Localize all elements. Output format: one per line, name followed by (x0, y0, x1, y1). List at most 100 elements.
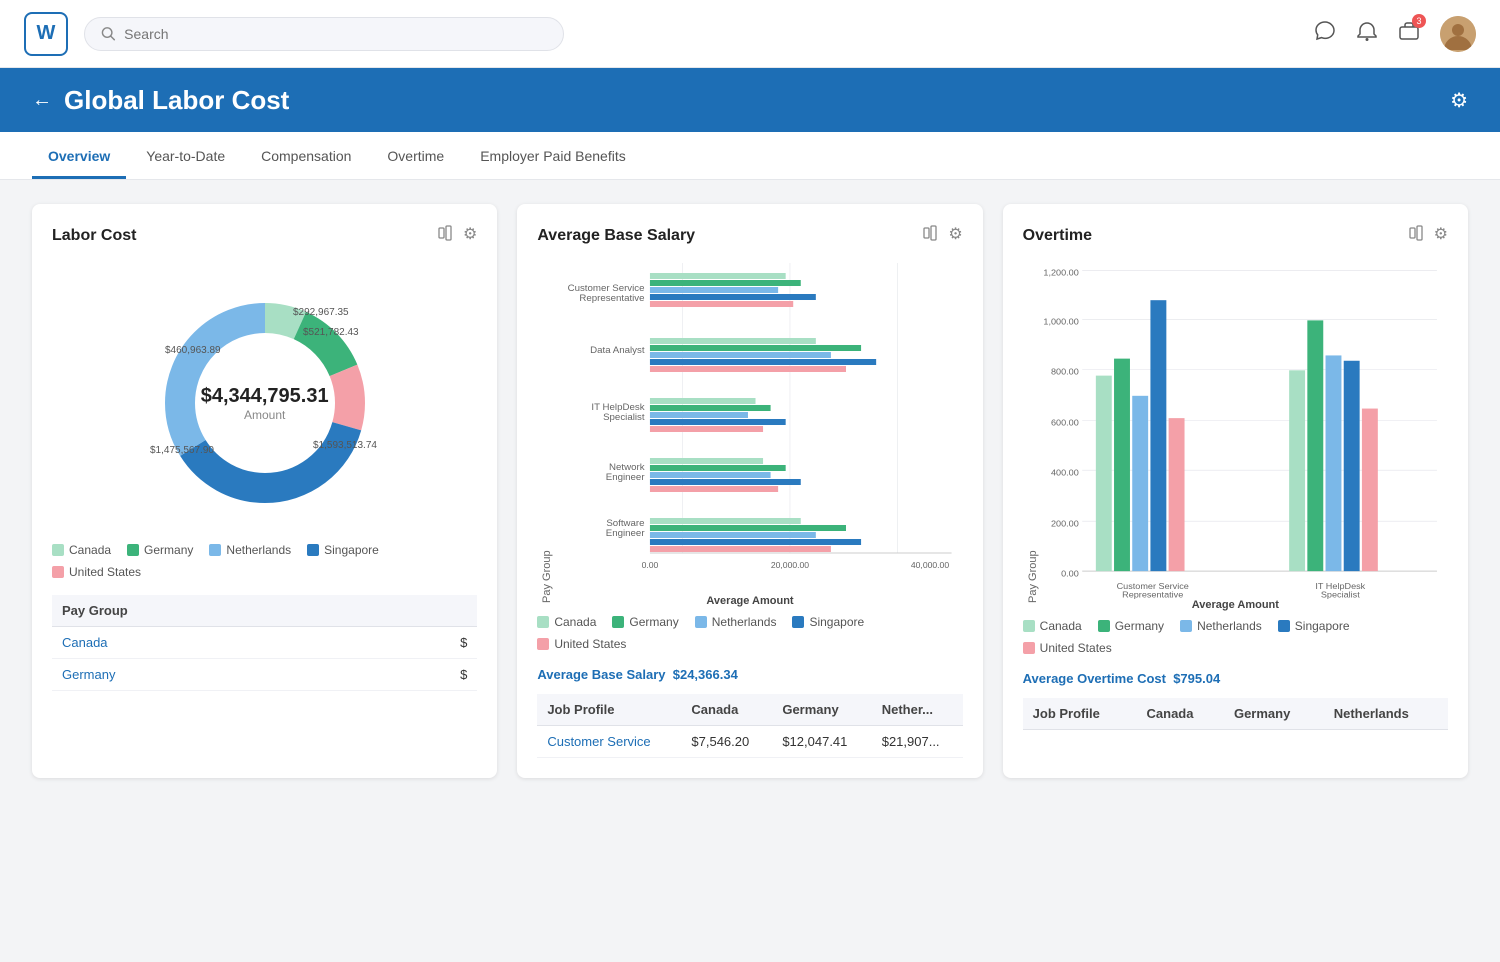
netherlands-dot (695, 616, 707, 628)
svg-text:IT HelpDesk: IT HelpDesk (592, 402, 645, 412)
salary-legend-singapore: Singapore (792, 615, 864, 629)
overtime-table: Job Profile Canada Germany Netherlands (1023, 698, 1448, 730)
salary-row-canada: $7,546.20 (681, 726, 772, 758)
avatar[interactable] (1440, 16, 1476, 52)
tab-overtime[interactable]: Overtime (371, 136, 460, 179)
labor-cost-table: Pay Group Canada $ Germany $ (52, 595, 477, 691)
netherlands-color (209, 544, 221, 556)
table-row: Germany $ (52, 659, 477, 691)
overtime-header: Overtime ⚙ (1023, 224, 1448, 247)
settings-icon[interactable]: ⚙ (1450, 88, 1468, 113)
tabs-bar: Overview Year-to-Date Compensation Overt… (0, 132, 1500, 180)
labor-cost-actions: ⚙ (437, 224, 477, 247)
labor-cost-header: Labor Cost ⚙ (52, 224, 477, 247)
ot-legend-germany: Germany (1098, 619, 1164, 633)
singapore-lbl: Singapore (809, 615, 864, 629)
us-dot (537, 638, 549, 650)
netherlands-label: Netherlands (226, 543, 291, 557)
svg-text:$1,475,567.90: $1,475,567.90 (150, 445, 214, 456)
top-nav: W 3 (0, 0, 1500, 68)
ot-singapore-dot (1278, 620, 1290, 632)
gear-icon-salary[interactable]: ⚙ (948, 224, 962, 247)
salary-row-job[interactable]: Customer Service (537, 726, 681, 758)
ot-stat-label: Average Overtime Cost (1023, 671, 1166, 686)
filter-icon-overtime[interactable] (1408, 224, 1426, 247)
svg-text:20,000.00: 20,000.00 (771, 560, 810, 570)
logo-letter: W (37, 22, 56, 45)
ot-netherlands-dot (1180, 620, 1192, 632)
nav-icons: 3 (1314, 16, 1476, 52)
y-axis-label-salary: Pay Group (537, 263, 553, 603)
salary-stat-value: $24,366.34 (673, 667, 738, 682)
page-title: Global Labor Cost (64, 85, 289, 116)
svg-text:Data Analyst: Data Analyst (591, 345, 646, 355)
salary-legend-netherlands: Netherlands (695, 615, 777, 629)
ot-th-job: Job Profile (1023, 698, 1137, 730)
table-row: Canada $ (52, 627, 477, 659)
chat-icon-btn[interactable] (1314, 20, 1336, 47)
svg-text:$460,963.89: $460,963.89 (165, 345, 221, 356)
salary-row-germany: $12,047.41 (772, 726, 871, 758)
briefcase-icon-btn[interactable]: 3 (1398, 20, 1420, 47)
netherlands-lbl: Netherlands (712, 615, 777, 629)
gear-icon-overtime[interactable]: ⚙ (1434, 224, 1448, 247)
tab-employer-paid-benefits[interactable]: Employer Paid Benefits (464, 136, 642, 179)
ot-germany-lbl: Germany (1115, 619, 1164, 633)
table-cell-germany-amount: $ (375, 659, 478, 691)
content-area: Labor Cost ⚙ (0, 180, 1500, 802)
germany-color (127, 544, 139, 556)
donut-labels: $292,967.35 $521,782.43 $460,963.89 $1,5… (145, 263, 385, 503)
ot-germany-dot (1098, 620, 1110, 632)
legend-united-states: United States (52, 565, 141, 579)
svg-text:$1,593,513.74: $1,593,513.74 (313, 440, 377, 451)
legend-netherlands: Netherlands (209, 543, 291, 557)
germany-label: Germany (144, 543, 193, 557)
tab-year-to-date[interactable]: Year-to-Date (130, 136, 241, 179)
avg-salary-chart: Pay Group Customer Service Representativ… (537, 263, 962, 603)
filter-icon-salary[interactable] (922, 224, 940, 247)
germany-dot (612, 616, 624, 628)
ot-legend-netherlands: Netherlands (1180, 619, 1262, 633)
ot-singapore-lbl: Singapore (1295, 619, 1350, 633)
salary-th-nether: Nether... (872, 694, 963, 726)
legend-canada: Canada (52, 543, 111, 557)
legend-singapore: Singapore (307, 543, 379, 557)
ot-us-dot (1023, 642, 1035, 654)
labor-cost-title: Labor Cost (52, 227, 136, 245)
svg-text:1,200.00: 1,200.00 (1043, 268, 1078, 278)
avg-salary-title: Average Base Salary (537, 227, 695, 245)
tab-compensation[interactable]: Compensation (245, 136, 367, 179)
logo: W (24, 12, 68, 56)
svg-text:Network: Network (609, 462, 645, 472)
salary-th-job: Job Profile (537, 694, 681, 726)
gear-icon[interactable]: ⚙ (463, 224, 477, 247)
salary-th-canada: Canada (681, 694, 772, 726)
canada-dot (537, 616, 549, 628)
svg-text:400.00: 400.00 (1051, 468, 1079, 478)
page-header: ← Global Labor Cost ⚙ (0, 68, 1500, 132)
table-cell-germany[interactable]: Germany (52, 659, 375, 691)
notification-badge: 3 (1412, 14, 1426, 28)
salary-legend: Canada Germany Netherlands Singapore Uni… (537, 615, 962, 651)
ot-th-canada: Canada (1137, 698, 1224, 730)
svg-text:Specialist: Specialist (603, 412, 645, 422)
avg-salary-header: Average Base Salary ⚙ (537, 224, 962, 247)
search-bar[interactable] (84, 17, 564, 51)
overtime-title: Overtime (1023, 227, 1092, 245)
back-button[interactable]: ← (32, 89, 52, 112)
svg-text:Customer Service: Customer Service (568, 283, 645, 293)
svg-text:800.00: 800.00 (1051, 367, 1079, 377)
salary-table: Job Profile Canada Germany Nether... Cus… (537, 694, 962, 758)
search-input[interactable] (124, 26, 547, 42)
labor-cost-legend: Canada Germany Netherlands Singapore Uni… (52, 543, 477, 579)
germany-lbl: Germany (629, 615, 678, 629)
svg-text:Software: Software (607, 518, 645, 528)
svg-text:Engineer: Engineer (606, 472, 645, 482)
tab-overview[interactable]: Overview (32, 136, 126, 179)
filter-icon[interactable] (437, 224, 455, 247)
bell-icon-btn[interactable] (1356, 20, 1378, 47)
table-cell-canada[interactable]: Canada (52, 627, 375, 659)
svg-text:600.00: 600.00 (1051, 418, 1079, 428)
ot-legend-canada: Canada (1023, 619, 1082, 633)
salary-chart-svg: Customer Service Representative Data Ana… (553, 263, 962, 603)
